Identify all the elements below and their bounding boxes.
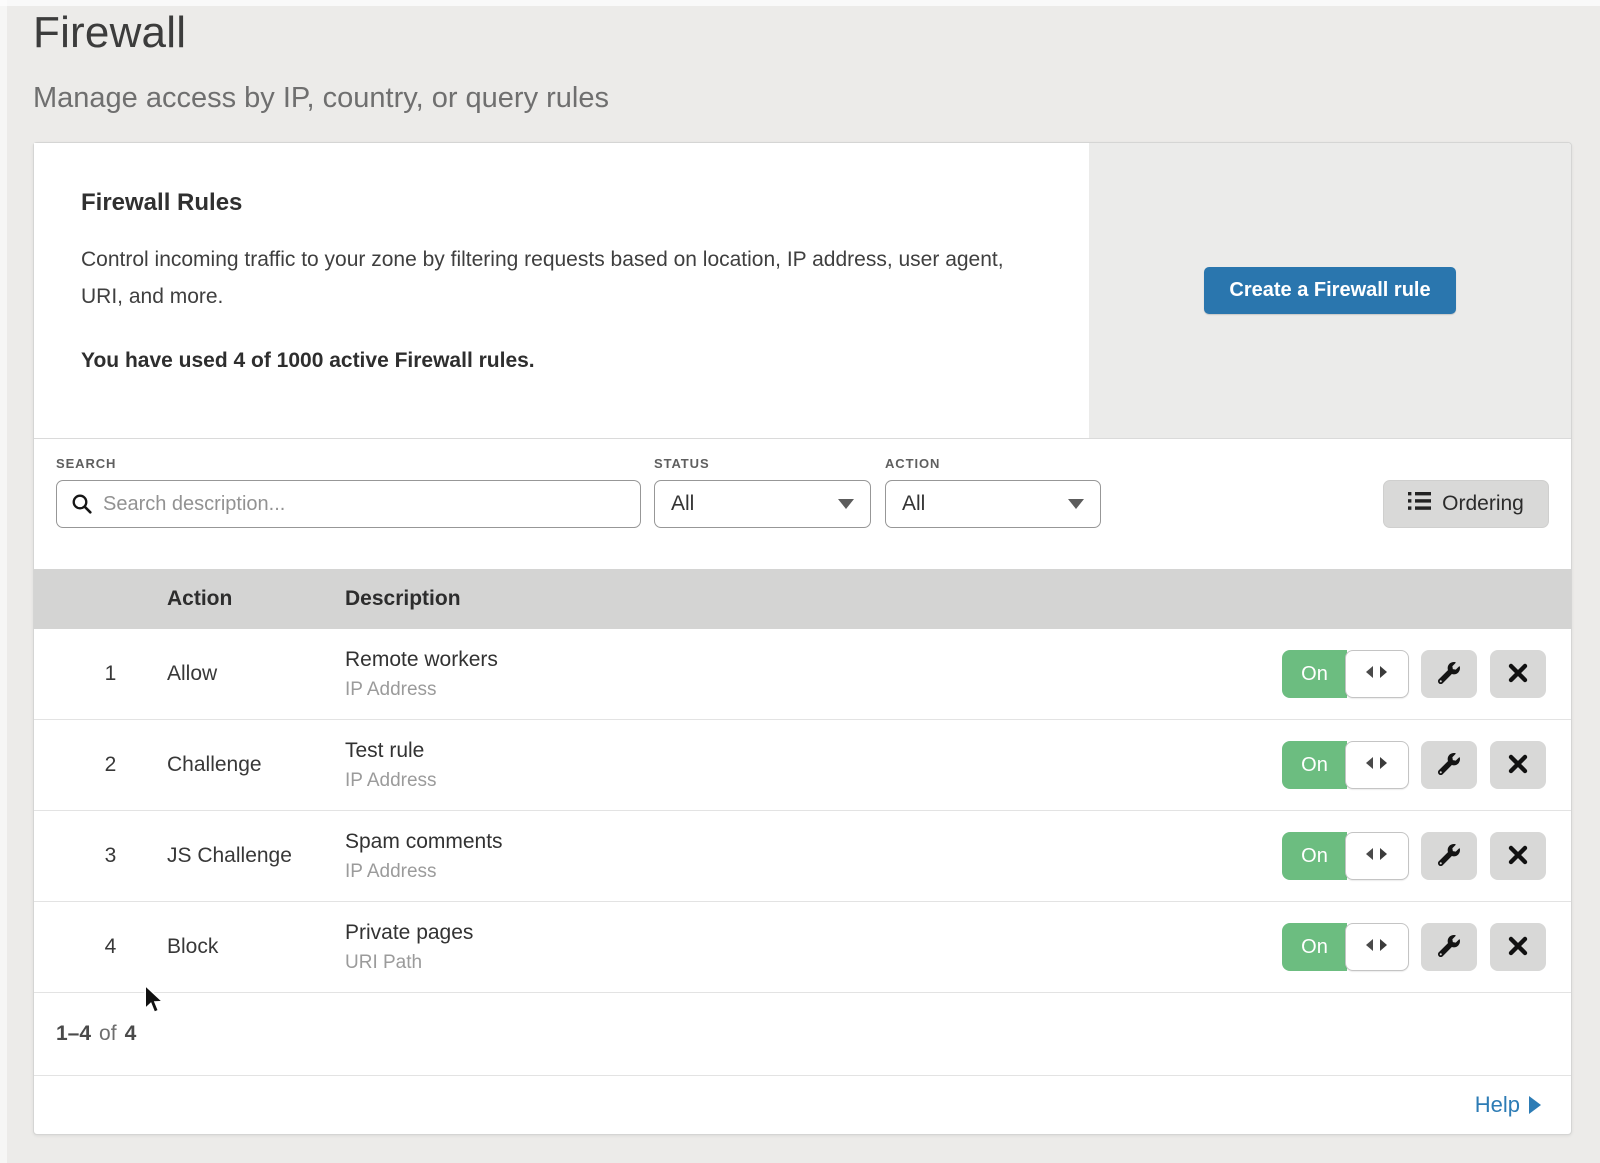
edit-rule-button[interactable] xyxy=(1421,832,1477,880)
table-row: 2 Challenge Test rule IP Address On xyxy=(34,720,1571,811)
rule-match-type: IP Address xyxy=(345,861,1282,883)
chevron-down-icon xyxy=(1068,499,1084,509)
search-icon xyxy=(71,493,93,520)
rules-table-body: 1 Allow Remote workers IP Address On xyxy=(34,629,1571,993)
rule-controls: On xyxy=(1282,741,1571,789)
delete-rule-button[interactable] xyxy=(1490,650,1546,698)
rule-action: Block xyxy=(167,935,345,959)
search-field-wrap xyxy=(56,480,641,528)
table-row: 3 JS Challenge Spam comments IP Address … xyxy=(34,811,1571,902)
usage-summary: You have used 4 of 1000 active Firewall … xyxy=(81,349,1049,373)
edit-rule-button[interactable] xyxy=(1421,650,1477,698)
table-header: Action Description xyxy=(34,569,1571,629)
x-icon xyxy=(1508,663,1528,686)
card-footer: Help xyxy=(34,1076,1571,1134)
rule-priority-number: 4 xyxy=(34,935,167,959)
rule-description-cell: Private pages URI Path xyxy=(345,921,1282,974)
rule-action: JS Challenge xyxy=(167,844,345,868)
toggle-arrows-icon xyxy=(1365,938,1389,957)
status-dropdown[interactable]: All xyxy=(654,480,871,528)
rule-priority-number: 1 xyxy=(34,662,167,686)
rule-description-cell: Spam comments IP Address xyxy=(345,830,1282,883)
description-column-header: Description xyxy=(345,587,1571,611)
wrench-icon xyxy=(1438,935,1460,960)
rule-match-type: IP Address xyxy=(345,679,1282,701)
rule-description: Test rule xyxy=(345,739,1282,763)
rule-action: Challenge xyxy=(167,753,345,777)
toggle-on-label: On xyxy=(1282,832,1347,880)
create-firewall-rule-button[interactable]: Create a Firewall rule xyxy=(1204,267,1455,314)
table-row: 1 Allow Remote workers IP Address On xyxy=(34,629,1571,720)
x-icon xyxy=(1508,845,1528,868)
toggle-on-label: On xyxy=(1282,650,1347,698)
toggle-handle[interactable] xyxy=(1345,923,1409,971)
toggle-arrows-icon xyxy=(1365,665,1389,684)
rule-description-cell: Remote workers IP Address xyxy=(345,648,1282,701)
toggle-handle[interactable] xyxy=(1345,650,1409,698)
x-icon xyxy=(1508,936,1528,959)
action-value: All xyxy=(902,492,925,516)
x-icon xyxy=(1508,754,1528,777)
search-input[interactable] xyxy=(56,480,641,528)
rule-enabled-toggle[interactable]: On xyxy=(1282,832,1409,880)
rule-match-type: URI Path xyxy=(345,952,1282,974)
edit-rule-button[interactable] xyxy=(1421,741,1477,789)
pagination-range: 1–4 xyxy=(56,1022,91,1046)
rule-priority-number: 2 xyxy=(34,753,167,777)
rule-action: Allow xyxy=(167,662,345,686)
pagination-of: of xyxy=(99,1022,117,1046)
overview-description: Control incoming traffic to your zone by… xyxy=(81,241,1041,315)
rule-controls: On xyxy=(1282,923,1571,971)
status-value: All xyxy=(671,492,694,516)
help-link[interactable]: Help xyxy=(1475,1092,1541,1118)
chevron-down-icon xyxy=(838,499,854,509)
action-column-header: Action xyxy=(167,587,345,611)
ordering-button-label: Ordering xyxy=(1442,492,1524,516)
page-title: Firewall xyxy=(33,8,609,58)
delete-rule-button[interactable] xyxy=(1490,741,1546,789)
rule-description: Spam comments xyxy=(345,830,1282,854)
help-link-label: Help xyxy=(1475,1092,1520,1118)
rule-priority-number: 3 xyxy=(34,844,167,868)
delete-rule-button[interactable] xyxy=(1490,923,1546,971)
edit-rule-button[interactable] xyxy=(1421,923,1477,971)
wrench-icon xyxy=(1438,753,1460,778)
delete-rule-button[interactable] xyxy=(1490,832,1546,880)
wrench-icon xyxy=(1438,662,1460,687)
ordered-list-icon xyxy=(1408,492,1431,516)
status-label: STATUS xyxy=(654,456,710,471)
rule-controls: On xyxy=(1282,650,1571,698)
action-label: ACTION xyxy=(885,456,940,471)
rule-controls: On xyxy=(1282,832,1571,880)
overview-heading: Firewall Rules xyxy=(81,189,1049,217)
firewall-rules-card: Firewall Rules Control incoming traffic … xyxy=(33,142,1572,1135)
toggle-on-label: On xyxy=(1282,923,1347,971)
action-dropdown[interactable]: All xyxy=(885,480,1101,528)
toggle-handle[interactable] xyxy=(1345,741,1409,789)
toggle-handle[interactable] xyxy=(1345,832,1409,880)
search-label: SEARCH xyxy=(56,456,116,471)
rule-description-cell: Test rule IP Address xyxy=(345,739,1282,792)
cta-panel: Create a Firewall rule xyxy=(1089,143,1571,438)
toggle-arrows-icon xyxy=(1365,756,1389,775)
ordering-button[interactable]: Ordering xyxy=(1383,480,1549,528)
rule-enabled-toggle[interactable]: On xyxy=(1282,923,1409,971)
overview-text: Firewall Rules Control incoming traffic … xyxy=(34,143,1089,438)
filters-bar: SEARCH STATUS All ACTION All xyxy=(34,439,1571,569)
pagination-total: 4 xyxy=(125,1022,137,1046)
rule-match-type: IP Address xyxy=(345,770,1282,792)
overview-section: Firewall Rules Control incoming traffic … xyxy=(34,143,1571,439)
pagination: 1–4 of 4 xyxy=(34,993,1571,1076)
page-subtitle: Manage access by IP, country, or query r… xyxy=(33,82,609,115)
wrench-icon xyxy=(1438,844,1460,869)
toggle-arrows-icon xyxy=(1365,847,1389,866)
toggle-on-label: On xyxy=(1282,741,1347,789)
rule-enabled-toggle[interactable]: On xyxy=(1282,650,1409,698)
table-row: 4 Block Private pages URI Path On xyxy=(34,902,1571,993)
arrow-right-icon xyxy=(1529,1096,1541,1114)
page-header: Firewall Manage access by IP, country, o… xyxy=(33,8,609,115)
rule-description: Remote workers xyxy=(345,648,1282,672)
rule-description: Private pages xyxy=(345,921,1282,945)
rule-enabled-toggle[interactable]: On xyxy=(1282,741,1409,789)
